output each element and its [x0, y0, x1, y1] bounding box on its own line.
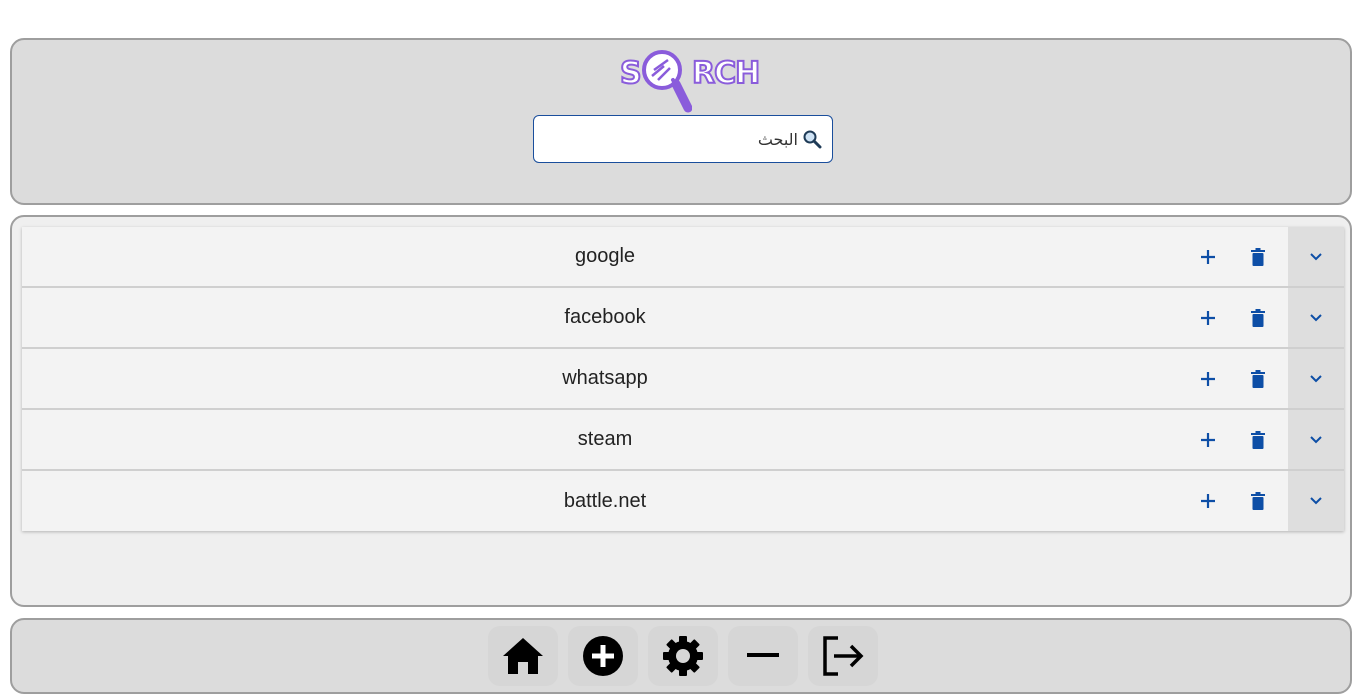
- add-circle-icon: [583, 636, 623, 676]
- add-button[interactable]: [1193, 242, 1223, 272]
- expand-button[interactable]: [1288, 227, 1344, 286]
- site-row: facebook: [22, 288, 1344, 349]
- sites-panel: google facebook whatsapp steam battle.ne…: [10, 215, 1352, 607]
- plus-icon: [1201, 371, 1215, 386]
- expand-button[interactable]: [1288, 349, 1344, 408]
- expand-button[interactable]: [1288, 288, 1344, 347]
- chevron-down-icon: [1310, 497, 1322, 505]
- delete-button[interactable]: [1243, 486, 1273, 516]
- site-row: battle.net: [22, 471, 1344, 531]
- site-name: whatsapp: [562, 367, 648, 389]
- trash-icon: [1251, 430, 1265, 449]
- delete-button[interactable]: [1243, 364, 1273, 394]
- site-name: steam: [577, 428, 633, 450]
- chevron-down-icon: [1310, 252, 1322, 260]
- delete-button[interactable]: [1243, 303, 1273, 333]
- header-panel: S RCH: [10, 38, 1352, 205]
- logo-text-right: RCH: [691, 55, 761, 92]
- site-row: google: [22, 227, 1344, 288]
- plus-icon: [1201, 249, 1215, 264]
- trash-icon: [1251, 492, 1265, 510]
- delete-button[interactable]: [1243, 425, 1273, 455]
- site-row: steam: [22, 410, 1344, 471]
- logout-button[interactable]: [808, 626, 878, 686]
- trash-icon: [1251, 369, 1265, 388]
- site-list: google facebook whatsapp steam battle.ne…: [22, 227, 1344, 531]
- plus-icon: [1201, 432, 1215, 447]
- add-button[interactable]: [1193, 364, 1223, 394]
- trash-icon: [1251, 247, 1265, 266]
- settings-button[interactable]: [648, 626, 718, 686]
- add-button[interactable]: [1193, 425, 1223, 455]
- logo-magnifier-icon: [642, 50, 692, 113]
- chevron-down-icon: [1310, 313, 1322, 321]
- expand-button[interactable]: [1288, 471, 1344, 531]
- logo-text-left: S: [619, 55, 643, 92]
- minus-icon: [747, 653, 779, 657]
- plus-icon: [1201, 310, 1215, 325]
- delete-button[interactable]: [1243, 242, 1273, 272]
- trash-icon: [1251, 308, 1265, 327]
- search-logo: S RCH: [618, 44, 761, 116]
- home-icon: [503, 638, 543, 674]
- remove-button[interactable]: [728, 626, 798, 686]
- plus-icon: [1201, 494, 1215, 508]
- site-name: google: [574, 245, 636, 267]
- add-button[interactable]: [1193, 486, 1223, 516]
- site-row: whatsapp: [22, 349, 1344, 410]
- gear-icon: [663, 636, 703, 676]
- search-box[interactable]: [533, 115, 833, 163]
- home-button[interactable]: [488, 626, 558, 686]
- magnifier-icon: [803, 130, 822, 149]
- chevron-down-icon: [1310, 435, 1322, 443]
- search-input[interactable]: [568, 129, 798, 149]
- chevron-down-icon: [1310, 374, 1322, 382]
- site-name: facebook: [564, 306, 646, 328]
- add-site-button[interactable]: [568, 626, 638, 686]
- logout-icon: [823, 636, 864, 676]
- add-button[interactable]: [1193, 303, 1223, 333]
- site-name: battle.net: [563, 489, 647, 512]
- footer-nav-panel: [10, 618, 1352, 694]
- bottom-nav: [488, 626, 878, 686]
- expand-button[interactable]: [1288, 410, 1344, 469]
